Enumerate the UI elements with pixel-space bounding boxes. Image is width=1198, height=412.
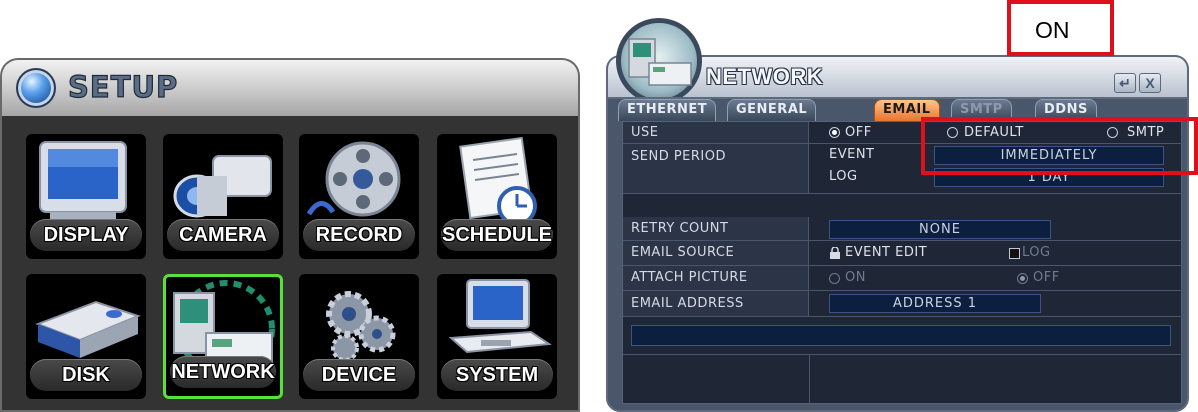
tile-label: DISK bbox=[30, 359, 142, 391]
enter-button[interactable]: ↵ bbox=[1114, 73, 1136, 93]
tile-system[interactable]: SYSTEM bbox=[437, 274, 557, 399]
email-source-row: EMAIL SOURCE EVENT EDIT LOG bbox=[623, 241, 1183, 266]
email-address-input[interactable] bbox=[631, 325, 1171, 346]
event-edit-button[interactable]: EVENT EDIT bbox=[845, 245, 927, 260]
setup-title-bar: SETUP bbox=[0, 58, 580, 116]
divider bbox=[623, 354, 1183, 355]
send-period-label: SEND PERIOD bbox=[623, 144, 809, 193]
use-off-label: OFF bbox=[845, 125, 872, 140]
annotation-highlight-box bbox=[921, 117, 1198, 175]
use-off-radio[interactable] bbox=[829, 127, 840, 138]
email-address-row: EMAIL ADDRESS ADDRESS 1 bbox=[623, 291, 1183, 317]
tab-general[interactable]: GENERAL bbox=[727, 99, 817, 121]
tile-label: RECORD bbox=[303, 219, 415, 251]
tile-camera[interactable]: CAMERA bbox=[163, 134, 283, 259]
tile-disk[interactable]: DISK bbox=[26, 274, 146, 399]
log-label: LOG bbox=[829, 169, 858, 184]
divider bbox=[809, 354, 810, 404]
log-checkbox-label: LOG bbox=[1022, 245, 1051, 260]
tile-display[interactable]: DISPLAY bbox=[26, 134, 146, 259]
attach-on-radio[interactable] bbox=[829, 273, 840, 284]
tile-label: SCHEDULE bbox=[441, 219, 553, 251]
attach-picture-row: ATTACH PICTURE ON OFF bbox=[623, 266, 1183, 291]
annotation-text: ON bbox=[1035, 17, 1070, 43]
setup-menu-grid: DISPLAY CAMERA RECORD SCHEDULE DISK NETW… bbox=[0, 116, 580, 412]
close-button[interactable]: X bbox=[1139, 73, 1161, 93]
attach-off-radio[interactable] bbox=[1017, 273, 1028, 284]
lock-icon bbox=[830, 247, 840, 259]
email-address-label: EMAIL ADDRESS bbox=[623, 291, 809, 316]
log-checkbox[interactable] bbox=[1009, 248, 1020, 259]
retry-count-row: RETRY COUNT NONE bbox=[623, 217, 1183, 241]
attach-off-label: OFF bbox=[1033, 270, 1060, 285]
event-label: EVENT bbox=[829, 147, 875, 162]
email-source-label: EMAIL SOURCE bbox=[623, 241, 809, 265]
retry-count-label: RETRY COUNT bbox=[623, 217, 809, 240]
attach-on-label: ON bbox=[845, 270, 866, 285]
use-label: USE bbox=[623, 122, 809, 143]
tile-label: DISPLAY bbox=[30, 219, 142, 251]
network-logo-icon bbox=[616, 18, 702, 104]
annotation-callout: ON bbox=[1007, 0, 1114, 56]
tile-device[interactable]: DEVICE bbox=[299, 274, 419, 399]
setup-title: SETUP bbox=[67, 69, 179, 104]
attach-picture-label: ATTACH PICTURE bbox=[623, 266, 809, 290]
globe-icon bbox=[16, 68, 56, 108]
retry-count-select[interactable]: NONE bbox=[829, 220, 1051, 239]
tile-label: CAMERA bbox=[167, 219, 279, 251]
tile-label: DEVICE bbox=[303, 359, 415, 391]
email-address-select[interactable]: ADDRESS 1 bbox=[829, 294, 1041, 313]
setup-window: SETUP DISPLAY CAMERA RECORD SCHEDULE DIS… bbox=[0, 58, 580, 412]
tile-network[interactable]: NETWORK bbox=[163, 274, 283, 399]
tile-label: SYSTEM bbox=[441, 359, 553, 391]
network-title: NETWORK bbox=[706, 64, 824, 89]
tab-ethernet[interactable]: ETHERNET bbox=[618, 99, 717, 121]
tile-schedule[interactable]: SCHEDULE bbox=[437, 134, 557, 259]
tile-label: NETWORK bbox=[170, 356, 276, 388]
tile-record[interactable]: RECORD bbox=[299, 134, 419, 259]
